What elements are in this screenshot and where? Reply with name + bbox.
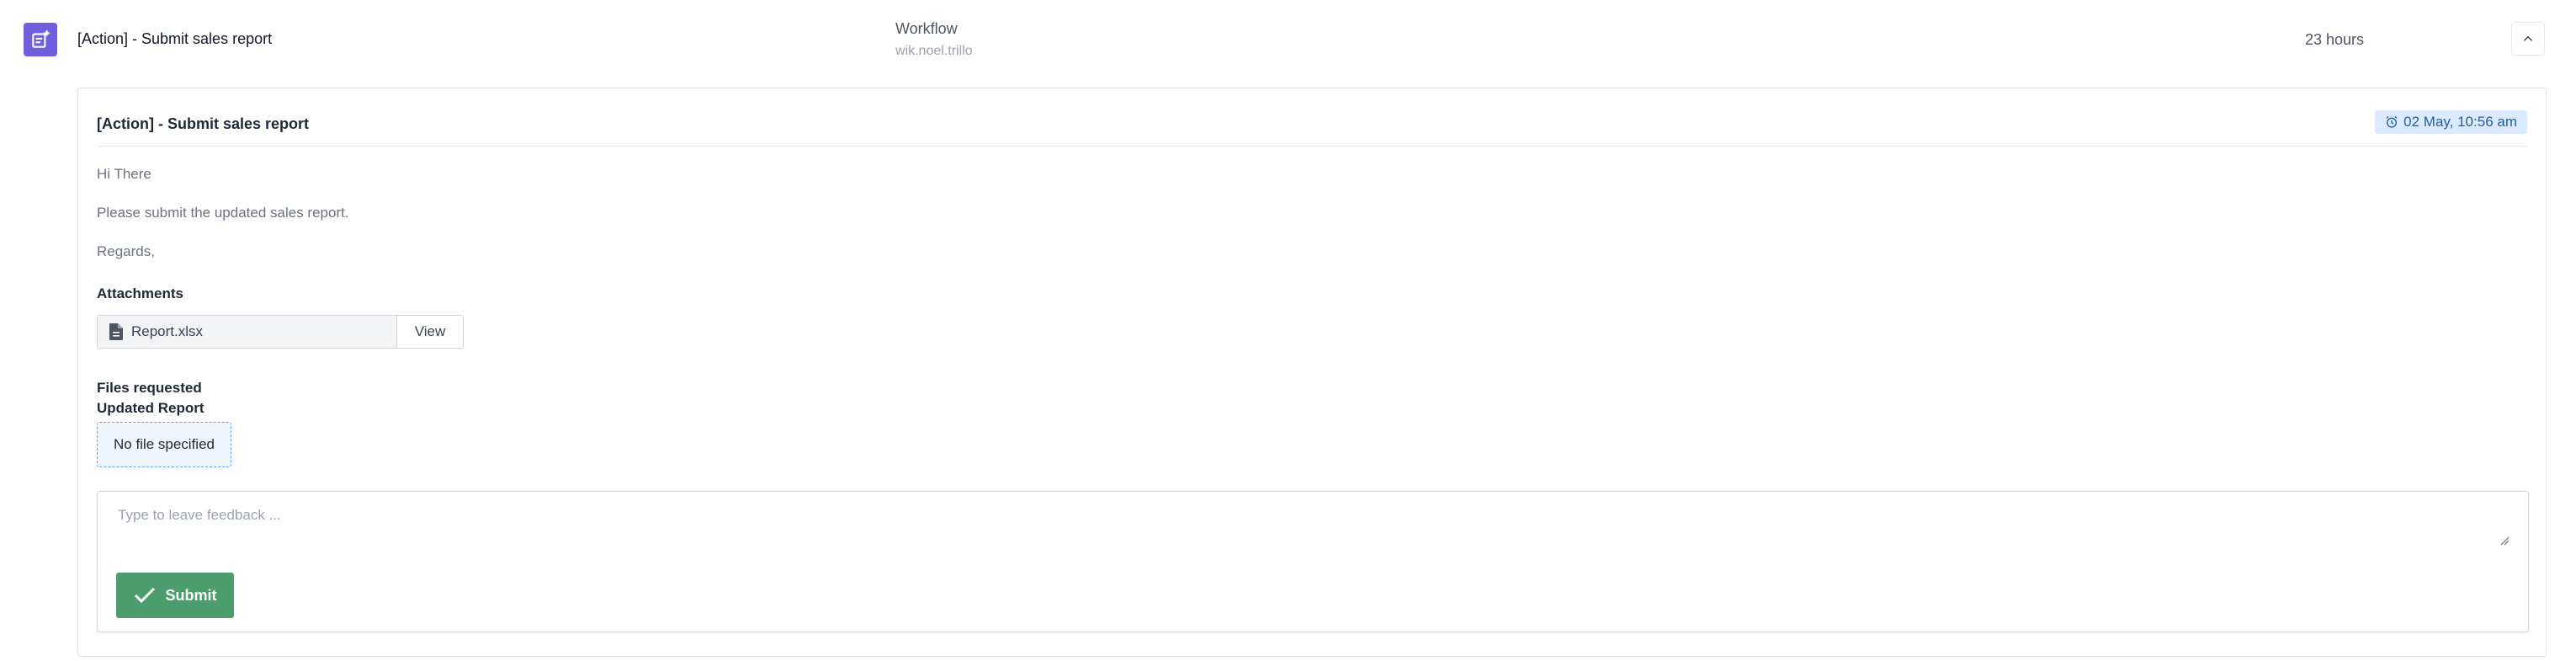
collapse-button[interactable] <box>2511 22 2545 56</box>
files-requested-label: Files requested <box>97 380 202 396</box>
message-greeting: Hi There <box>97 166 151 182</box>
date-badge: 02 May, 10:56 am <box>2375 110 2527 134</box>
message-signoff: Regards, <box>97 243 155 259</box>
activity-row[interactable]: [Action] - Submit sales report Workflow … <box>0 0 2576 81</box>
row-title: [Action] - Submit sales report <box>77 30 273 47</box>
document-icon <box>109 323 123 340</box>
checkmark-icon <box>134 587 155 604</box>
attachments-label: Attachments <box>97 285 183 301</box>
file-upload-input[interactable]: No file specified <box>97 422 231 467</box>
submit-label: Submit <box>165 586 217 604</box>
time-ago: 23 hours <box>2305 31 2365 48</box>
feedback-input[interactable] <box>98 492 2528 554</box>
feedback-box: Submit <box>97 491 2529 632</box>
requested-file-name: Updated Report <box>97 400 204 416</box>
card-title: [Action] - Submit sales report <box>97 115 310 132</box>
attachment-file-name: Report.xlsx <box>131 323 204 339</box>
action-card: [Action] - Submit sales report 02 May, 1… <box>77 88 2547 657</box>
divider <box>97 146 2527 147</box>
resize-handle-icon[interactable] <box>2499 536 2510 546</box>
workflow-user: wik.noel.trillo <box>895 44 973 58</box>
attachment-item: Report.xlsx View <box>97 315 464 349</box>
date-text: 02 May, 10:56 am <box>2403 114 2517 130</box>
view-attachment-button[interactable]: View <box>397 316 463 348</box>
message-body: Please submit the updated sales report. <box>97 205 349 221</box>
task-add-icon <box>24 23 57 56</box>
chevron-up-icon <box>2523 35 2533 41</box>
attachment-file[interactable]: Report.xlsx <box>98 316 397 348</box>
submit-button[interactable]: Submit <box>116 573 234 618</box>
workflow-label: Workflow <box>895 20 958 37</box>
alarm-clock-icon <box>2386 115 2398 128</box>
